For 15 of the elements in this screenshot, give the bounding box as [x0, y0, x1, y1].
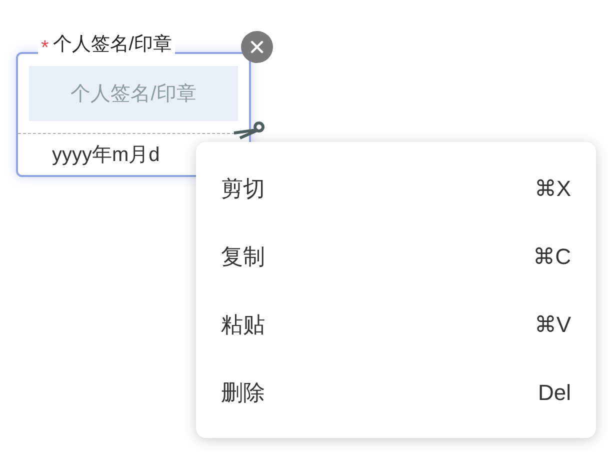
- menu-item-label: 删除: [221, 378, 265, 406]
- shortcut-text: ⌘X: [534, 174, 571, 202]
- menu-item[interactable]: 删除 Del: [196, 358, 596, 426]
- shortcut-text: Del: [538, 378, 571, 406]
- menu-item-label: 粘贴: [221, 310, 265, 338]
- close-button[interactable]: [241, 31, 273, 63]
- menu-item-label: 复制: [221, 242, 265, 270]
- shortcut-text: ⌘C: [533, 242, 571, 270]
- signature-placeholder: 个人签名/印章: [70, 82, 196, 106]
- close-icon: [250, 40, 264, 54]
- menu-item[interactable]: 复制 ⌘C: [196, 222, 596, 290]
- shortcut-text: ⌘V: [534, 310, 571, 338]
- menu-item[interactable]: 粘贴 ⌘V: [196, 290, 596, 358]
- date-text: yyyy年m月d: [52, 144, 160, 166]
- menu-item-label: 剪切: [221, 174, 265, 202]
